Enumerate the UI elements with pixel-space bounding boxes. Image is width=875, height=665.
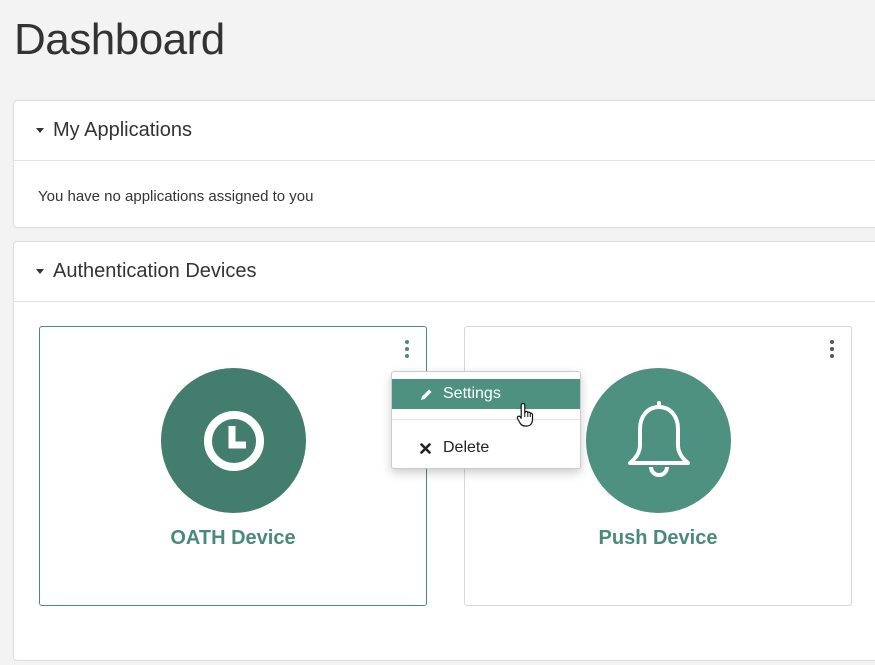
push-device-icon-circle	[586, 368, 731, 513]
settings-menu-item[interactable]: Settings	[392, 379, 580, 409]
caret-down-icon	[36, 269, 44, 274]
authentication-devices-title: Authentication Devices	[53, 260, 257, 282]
caret-down-icon	[36, 128, 44, 133]
kebab-menu-icon[interactable]	[402, 340, 412, 358]
my-applications-title: My Applications	[53, 119, 192, 141]
bell-icon	[627, 400, 690, 477]
delete-menu-item[interactable]: Delete	[392, 433, 580, 463]
pencil-icon	[420, 388, 434, 401]
delete-menu-label: Delete	[443, 439, 490, 456]
no-applications-message: You have no applications assigned to you	[38, 188, 314, 205]
page-title: Dashboard	[14, 15, 225, 64]
oath-device-name: OATH Device	[170, 527, 296, 549]
push-device-name: Push Device	[598, 527, 718, 549]
x-icon	[420, 442, 434, 454]
settings-menu-label: Settings	[443, 385, 501, 402]
device-actions-menu: Settings Delete	[391, 371, 581, 469]
authentication-devices-header[interactable]: Authentication Devices	[14, 242, 875, 302]
my-applications-header[interactable]: My Applications	[14, 101, 875, 161]
clock-icon	[203, 410, 264, 471]
my-applications-panel: My Applications You have no applications…	[13, 100, 875, 228]
kebab-menu-icon[interactable]	[827, 340, 837, 358]
menu-divider	[392, 419, 580, 420]
oath-device-card[interactable]: OATH Device	[39, 326, 427, 606]
oath-device-icon-circle	[161, 368, 306, 513]
